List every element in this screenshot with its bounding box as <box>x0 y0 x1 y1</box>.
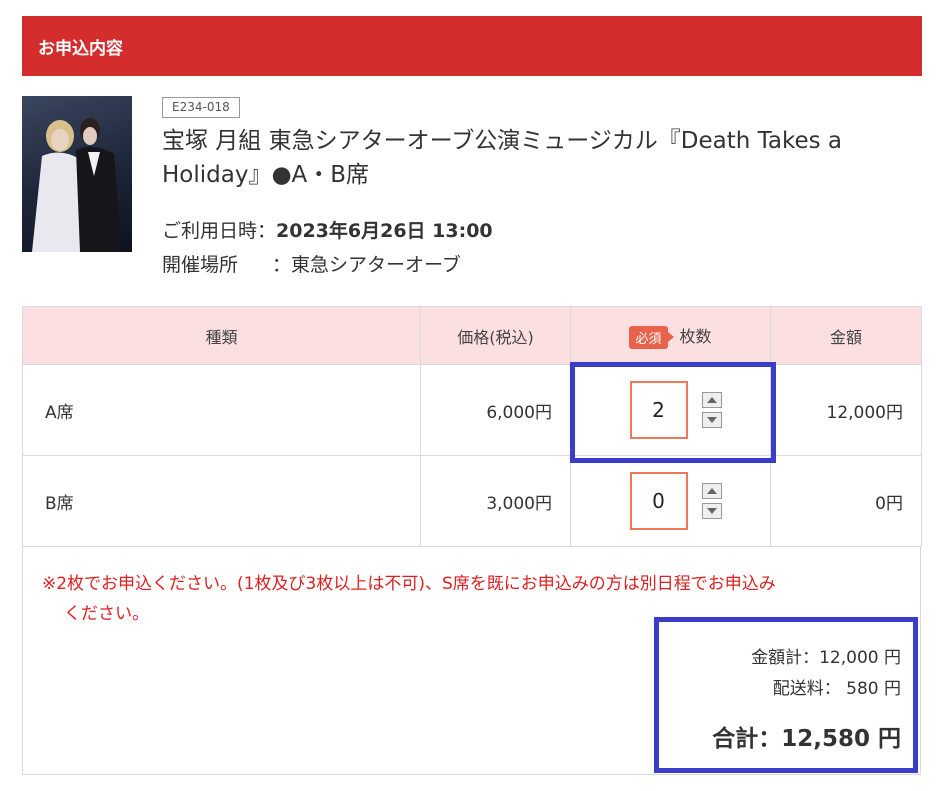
totals-block: 金額計：12,000 円 配送料： 580 円 合計：12,580 円 <box>712 643 901 753</box>
event-venue-value: ：東急シアターオーブ <box>272 254 461 276</box>
event-date-label: ご利用日時： <box>162 220 277 242</box>
required-badge: 必須 <box>629 325 674 349</box>
table-row: B席 3,000円 0円 <box>22 455 922 547</box>
seat-price-b: 3,000円 <box>420 455 571 547</box>
increment-button-a[interactable] <box>701 392 722 408</box>
event-poster-image <box>22 96 132 252</box>
increment-button-b[interactable] <box>701 483 722 499</box>
shipping-fee: 配送料： 580 円 <box>772 679 901 699</box>
event-code-badge: E234-018 <box>162 97 240 118</box>
quantity-input-b[interactable] <box>629 472 688 530</box>
event-venue-row: 開催場所 ：東急シアターオーブ <box>162 250 461 277</box>
decrement-button-a[interactable] <box>701 412 722 428</box>
event-venue-label: 開催場所 <box>162 254 239 276</box>
notice-line-1: ※2枚でお申込ください。(1枚及び3枚以上は不可)、S席を既にお申込みの方は別日… <box>42 574 776 594</box>
seat-amount-a: 12,000円 <box>770 364 922 456</box>
event-date-row: ご利用日時：2023年6月26日 13:00 <box>162 216 493 243</box>
event-date-value: 2023年6月26日 13:00 <box>276 220 493 242</box>
seat-price-a: 6,000円 <box>420 364 571 456</box>
section-title: お申込内容 <box>38 38 123 59</box>
seat-type-a: A席 <box>22 364 421 456</box>
ticket-table-header: 種類 価格(税込) 必須 枚数 金額 <box>22 306 922 365</box>
event-title: 宝塚 月組 東急シアターオーブ公演ミュージカル『Death Takes a Ho… <box>162 128 843 188</box>
seat-type-b: B席 <box>22 455 421 547</box>
arrow-up-icon <box>706 397 717 403</box>
header-price: 価格(税込) <box>420 306 571 365</box>
quantity-stepper-b <box>701 483 722 519</box>
arrow-down-icon <box>706 417 717 423</box>
grand-total: 合計：12,580 円 <box>712 726 901 752</box>
quantity-input-a[interactable] <box>629 381 688 439</box>
header-quantity-label: 枚数 <box>679 326 712 346</box>
quantity-cell-b <box>570 455 771 547</box>
arrow-down-icon <box>706 508 717 514</box>
header-amount: 金額 <box>770 306 922 365</box>
subtotal: 金額計：12,000 円 <box>751 648 901 668</box>
quantity-cell-a <box>570 364 771 456</box>
arrow-up-icon <box>706 488 717 494</box>
notice-line-2: ください。 <box>64 604 149 624</box>
order-notice: ※2枚でお申込ください。(1枚及び3枚以上は不可)、S席を既にお申込みの方は別日… <box>42 569 902 629</box>
ticket-table: 種類 価格(税込) 必須 枚数 金額 A席 6,000円 2 12,000円 B… <box>22 306 922 547</box>
header-type: 種類 <box>22 306 421 365</box>
decrement-button-b[interactable] <box>701 503 722 519</box>
quantity-stepper-a <box>701 392 722 428</box>
section-header: お申込内容 <box>22 16 922 76</box>
table-row: A席 6,000円 12,000円 <box>22 364 922 456</box>
seat-amount-b: 0円 <box>770 455 922 547</box>
header-quantity: 必須 枚数 <box>570 306 771 365</box>
